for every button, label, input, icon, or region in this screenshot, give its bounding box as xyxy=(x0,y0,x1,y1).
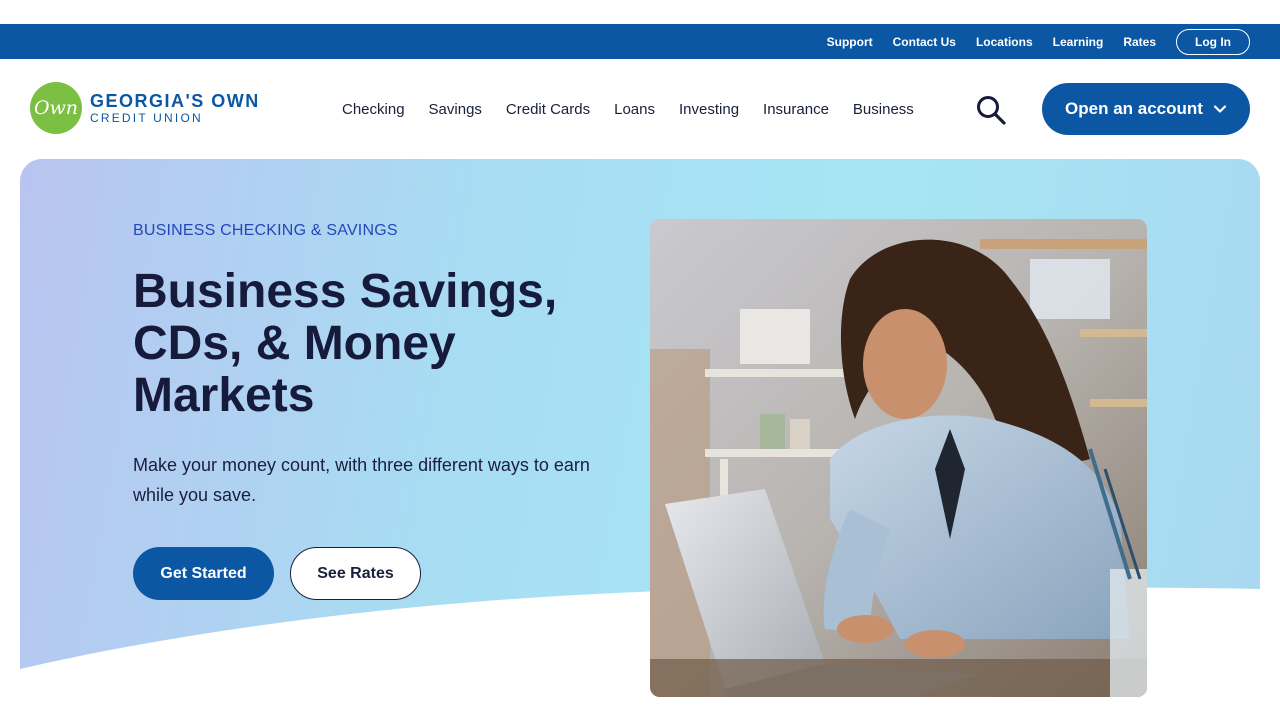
nav-item-loans[interactable]: Loans xyxy=(614,101,655,118)
site-logo[interactable]: Own GEORGIA'S OWN CREDIT UNION xyxy=(30,82,260,134)
utility-link-locations[interactable]: Locations xyxy=(976,35,1033,49)
logo-wordmark: GEORGIA'S OWN CREDIT UNION xyxy=(90,91,260,125)
utility-links: Support Contact Us Locations Learning Ra… xyxy=(807,24,1250,59)
utility-link-contact-us[interactable]: Contact Us xyxy=(893,35,956,49)
nav-item-investing[interactable]: Investing xyxy=(679,101,739,118)
logo-mark: Own xyxy=(30,82,82,134)
search-icon[interactable] xyxy=(975,94,1007,126)
login-button[interactable]: Log In xyxy=(1176,28,1250,55)
nav-item-savings[interactable]: Savings xyxy=(429,101,482,118)
get-started-button[interactable]: Get Started xyxy=(133,547,274,600)
nav-item-checking[interactable]: Checking xyxy=(342,101,405,118)
nav-item-credit-cards[interactable]: Credit Cards xyxy=(506,101,590,118)
chevron-down-icon xyxy=(1213,105,1227,113)
nav-item-business[interactable]: Business xyxy=(853,101,914,118)
hero-subtext: Make your money count, with three differ… xyxy=(133,455,590,505)
main-nav: Checking Savings Credit Cards Loans Inve… xyxy=(330,96,926,122)
hero-photo xyxy=(650,219,1147,697)
hero-eyebrow: BUSINESS CHECKING & SAVINGS xyxy=(133,222,398,239)
open-account-label: Open an account xyxy=(1065,99,1203,118)
utility-link-rates[interactable]: Rates xyxy=(1123,35,1156,49)
utility-bar: Support Contact Us Locations Learning Ra… xyxy=(0,24,1280,59)
open-account-button[interactable]: Open an account xyxy=(1042,83,1250,135)
see-rates-button[interactable]: See Rates xyxy=(290,547,421,600)
logo-line-2: CREDIT UNION xyxy=(90,111,203,125)
hero-headline: Business Savings, CDs, & Money Markets xyxy=(133,265,558,422)
utility-link-support[interactable]: Support xyxy=(827,35,873,49)
nav-item-insurance[interactable]: Insurance xyxy=(763,101,829,118)
utility-link-learning[interactable]: Learning xyxy=(1053,35,1104,49)
logo-line-1: GEORGIA'S OWN xyxy=(90,91,260,111)
